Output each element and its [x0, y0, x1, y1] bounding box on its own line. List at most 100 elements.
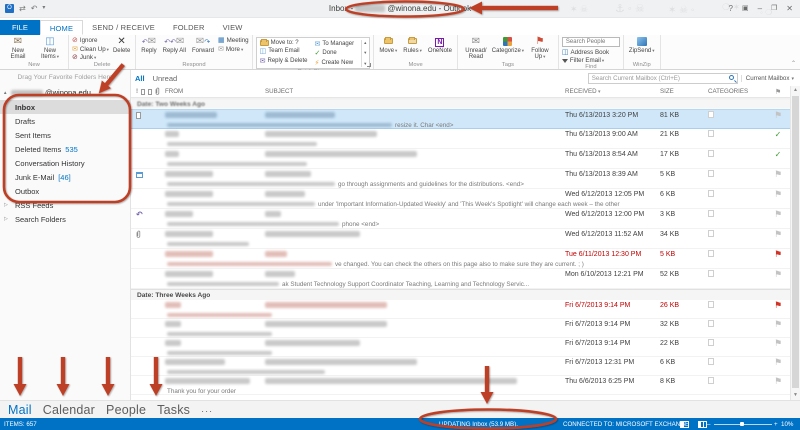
column-subject[interactable]: SUBJECT — [265, 88, 565, 95]
help-icon[interactable]: ? — [728, 4, 732, 13]
sidebar-folder-rss-feeds[interactable]: RSS Feeds — [0, 198, 130, 212]
tab-file[interactable]: FILE — [0, 20, 40, 35]
nav-mail[interactable]: Mail — [8, 403, 32, 417]
importance-column-icon[interactable]: ! — [136, 88, 138, 95]
message-row[interactable]: ↶Wed 6/12/2013 12:00 PM3 KB⚑phone <end> — [131, 209, 800, 229]
meeting-button[interactable]: ▦Meeting — [218, 37, 249, 44]
unread-read-button[interactable]: ✉Unread/ Read — [461, 36, 491, 61]
follow-up-flag-icon[interactable]: ⚑ — [774, 357, 782, 367]
address-book-button[interactable]: ◫Address Book — [562, 49, 620, 56]
follow-up-flag-icon[interactable]: ⚑ — [774, 319, 782, 329]
message-row[interactable]: Wed 6/12/2013 12:05 PM6 KB⚑under 'Import… — [131, 189, 800, 209]
filter-email-button[interactable]: Filter Email — [562, 57, 620, 64]
vertical-scrollbar[interactable]: ▲ ▼ — [790, 86, 800, 400]
reply-button[interactable]: ↶✉Reply — [139, 36, 158, 54]
tab-home[interactable]: HOME — [40, 20, 83, 35]
category-checkbox[interactable] — [708, 111, 714, 118]
category-checkbox[interactable] — [708, 170, 714, 177]
follow-up-flag-icon[interactable]: ⚑ — [774, 169, 782, 179]
category-checkbox[interactable] — [708, 250, 714, 257]
column-received[interactable]: RECEIVED — [565, 88, 660, 95]
quickstep-to-manager[interactable]: ✉To Manager — [315, 40, 355, 48]
normal-view-icon[interactable] — [680, 421, 689, 428]
junk-button[interactable]: ⊘Junk — [72, 54, 109, 61]
item-type-column-icon[interactable] — [148, 89, 152, 95]
tab-send-receive[interactable]: SEND / RECEIVE — [83, 20, 164, 35]
zipsend-button[interactable]: ZipSend — [627, 36, 657, 54]
category-checkbox[interactable] — [708, 339, 714, 346]
nav-tasks[interactable]: Tasks — [157, 403, 190, 417]
nav-calendar[interactable]: Calendar — [43, 403, 95, 417]
zoom-slider-knob[interactable] — [740, 422, 744, 426]
restore-icon[interactable]: ❐ — [771, 4, 777, 13]
category-checkbox[interactable] — [708, 358, 714, 365]
sidebar-folder-search-folders[interactable]: Search Folders — [0, 212, 130, 226]
message-row[interactable]: Thu 6/13/2013 3:20 PM81 KB⚑resize it. Ch… — [131, 109, 800, 129]
delete-button[interactable]: ✕Delete — [111, 36, 132, 54]
quick-steps-dialog-launcher-icon[interactable] — [367, 63, 371, 67]
quick-steps-scroll[interactable]: ▴▾▾ — [361, 40, 366, 67]
attachment-column-icon[interactable] — [155, 87, 160, 96]
follow-up-flag-icon[interactable]: ⚑ — [774, 209, 782, 219]
category-checkbox[interactable] — [708, 270, 714, 277]
rules-button[interactable]: Rules — [401, 36, 424, 54]
category-checkbox[interactable] — [708, 130, 714, 137]
follow-up-button[interactable]: ⚑Follow Up — [525, 36, 555, 61]
scroll-down-icon[interactable]: ▼ — [791, 392, 800, 398]
category-checkbox[interactable] — [708, 320, 714, 327]
search-icon[interactable] — [729, 75, 734, 80]
forward-button[interactable]: ✉↷Forward — [190, 36, 216, 54]
category-checkbox[interactable] — [708, 230, 714, 237]
category-checkbox[interactable] — [708, 190, 714, 197]
ribbon-options-icon[interactable]: ▣ — [742, 4, 749, 13]
quickstep-reply-delete[interactable]: ✉Reply & Delete — [260, 57, 308, 65]
nav-people[interactable]: People — [106, 403, 146, 417]
sidebar-folder-deleted-items[interactable]: Deleted Items535 — [0, 142, 130, 156]
scrollbar-thumb[interactable] — [792, 96, 799, 388]
follow-up-flag-icon[interactable]: ⚑ — [774, 376, 782, 386]
tab-folder[interactable]: FOLDER — [164, 20, 214, 35]
message-row[interactable]: Fri 6/7/2013 9:14 PM22 KB⚑ — [131, 338, 800, 357]
message-row[interactable]: Tue 6/11/2013 12:30 PM5 KB⚑ve changed. Y… — [131, 249, 800, 269]
message-row[interactable]: Thu 6/6/2013 6:25 PM8 KB⚑Thank you for y… — [131, 376, 800, 395]
zoom-slider[interactable] — [714, 424, 772, 425]
follow-up-flag-icon[interactable]: ⚑ — [774, 189, 782, 199]
quickstep-done[interactable]: ✓Done — [315, 49, 355, 57]
tab-view[interactable]: VIEW — [214, 20, 252, 35]
categorize-button[interactable]: Categorize — [493, 36, 523, 54]
message-row[interactable]: Mon 6/10/2013 12:21 PM52 KB⚑ak Student T… — [131, 269, 800, 289]
quickstep-create-new[interactable]: ⚡Create New — [315, 59, 355, 67]
reply-all-button[interactable]: ↶↶✉Reply All — [161, 36, 188, 54]
flag-column-icon[interactable]: ⚑ — [766, 88, 790, 96]
message-row[interactable]: Fri 6/7/2013 9:14 PM32 KB⚑ — [131, 319, 800, 338]
column-size[interactable]: SIZE — [660, 88, 708, 95]
zoom-in-icon[interactable]: + — [774, 421, 778, 428]
sidebar-folder-conversation-history[interactable]: Conversation History — [0, 156, 130, 170]
close-icon[interactable]: ✕ — [786, 4, 793, 13]
message-row[interactable]: Fri 6/7/2013 9:14 PM26 KB⚑ — [131, 300, 800, 319]
search-people-input[interactable]: Search People — [562, 37, 620, 47]
sidebar-folder-inbox[interactable]: Inbox — [0, 100, 130, 114]
follow-up-flag-icon[interactable]: ⚑ — [774, 338, 782, 348]
quickstep-team-email[interactable]: ◫Team Email — [260, 47, 308, 55]
outlook-app-icon[interactable]: O — [5, 4, 14, 13]
clean-up-button[interactable]: ✉Clean Up — [72, 46, 109, 53]
category-checkbox[interactable] — [708, 150, 714, 157]
follow-up-flag-icon[interactable]: ⚑ — [774, 300, 782, 310]
more-respond-button[interactable]: ✉More — [218, 46, 249, 53]
send-receive-icon[interactable]: ⇄ — [19, 4, 26, 13]
date-group-header[interactable]: Date: Three Weeks Ago — [131, 289, 800, 300]
onenote-button[interactable]: NOneNote — [426, 36, 454, 54]
nav-more-icon[interactable]: ··· — [201, 403, 213, 416]
follow-up-flag-icon[interactable]: ⚑ — [774, 249, 782, 259]
zoom-out-icon[interactable]: – — [707, 421, 710, 428]
column-from[interactable]: FROM — [165, 88, 265, 95]
minimize-icon[interactable]: – — [758, 4, 762, 13]
move-button[interactable]: Move — [377, 36, 399, 54]
quickstep-move-to[interactable]: Move to: ? — [260, 40, 308, 46]
sidebar-folder-drafts[interactable]: Drafts — [0, 114, 130, 128]
new-items-button[interactable]: ◫New Items — [35, 36, 65, 61]
category-checkbox[interactable] — [708, 210, 714, 217]
follow-up-flag-icon[interactable]: ✓ — [775, 130, 782, 139]
search-scope-dropdown[interactable]: Current Mailbox — [741, 75, 794, 82]
